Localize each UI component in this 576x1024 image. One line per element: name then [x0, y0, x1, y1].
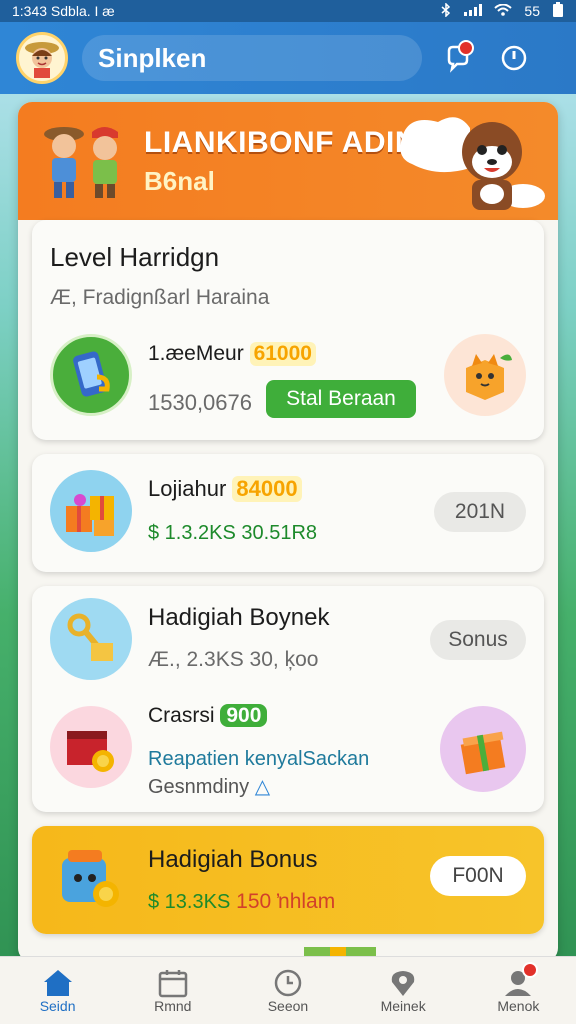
gift-title: Lojiahur: [148, 476, 227, 501]
info-icon: △: [254, 776, 271, 798]
bonus-value-red: 150 ŉhlam: [236, 890, 336, 913]
gift-badge: 84000: [232, 476, 302, 502]
hadiah-row2-link[interactable]: Reapatien kenyalSackan: [148, 748, 369, 771]
battery-level-text: 55: [524, 3, 540, 19]
raccoon-mascot-illustration: [398, 108, 548, 221]
child-avatar-icon: [25, 42, 59, 78]
bonus-pill[interactable]: Sonus: [430, 620, 526, 660]
level-title: Level Harridgn: [50, 242, 220, 272]
app-header: Sinplken: [0, 22, 576, 94]
level-item-value: 1530,0676: [148, 390, 252, 415]
gift-title-row: Lojiahur 84000: [148, 476, 302, 502]
hadiah-row2-sub: Gesnmdiny: [148, 776, 250, 798]
nav-profile-label: Menok: [497, 997, 540, 1014]
avatar[interactable]: [16, 32, 68, 84]
level-item-name: 1.æeMeur: [148, 342, 244, 365]
nav-clock-label: Seeon: [267, 997, 309, 1014]
hadiah-row2-badge: 900: [220, 704, 268, 727]
gift-claim-pill[interactable]: 201N: [434, 492, 526, 532]
app-title: Sinplken: [82, 35, 422, 81]
clock-icon: [274, 969, 302, 996]
machine-coin-icon: [50, 838, 132, 920]
bonus-claim-pill[interactable]: F00N: [430, 856, 526, 896]
nav-profile[interactable]: Menok: [468, 961, 568, 1014]
bonus-value-green: $ 13.3KS: [148, 891, 231, 913]
hadiah-card: Hadigiah Boynek Æ., 2.3KS 30, ķoo Sonus …: [32, 586, 544, 812]
level-item-badge: 61000: [249, 342, 316, 366]
gift-value: $ 1.3.2KS 30.51R8: [148, 522, 318, 544]
nav-location-label: Meinek: [380, 997, 426, 1014]
nav-clock[interactable]: Seeon: [238, 968, 338, 1014]
notification-badge: [458, 40, 474, 56]
location-icon: [391, 970, 415, 996]
wifi-icon: [494, 3, 513, 19]
hadiah-row2-title-row: Crasrsi 900: [148, 704, 268, 728]
notification-button[interactable]: [438, 38, 478, 78]
hadiah-row2-title: Crasrsi: [148, 704, 215, 727]
nav-home-label: Seidn: [39, 997, 76, 1014]
key-gold-icon: [50, 598, 132, 680]
hadiah-subtitle: Æ., 2.3KS 30, ķoo: [148, 648, 319, 671]
bonus-card[interactable]: Hadigiah Bonus $ 13.3KS 150 ŉhlam F00N: [32, 826, 544, 934]
hadiah-title: Hadigiah Boynek: [148, 604, 330, 631]
status-left-text: 1:343 Sdbla. I æ: [12, 3, 115, 19]
treasure-chest-icon: [50, 706, 132, 788]
gift-box-icon[interactable]: [440, 706, 526, 792]
bluetooth-icon: [440, 1, 452, 20]
nav-home[interactable]: Seidn: [8, 968, 108, 1014]
power-icon: [501, 45, 527, 71]
gift-boxes-icon: [50, 470, 132, 552]
bonus-title: Hadigiah Bonus: [148, 846, 318, 873]
nav-calendar-label: Rmnd: [154, 997, 192, 1014]
profile-notification-badge: [522, 961, 539, 978]
bottom-nav: Seidn Rmnd Seeon Meinek Menok: [0, 956, 576, 1024]
promo-banner: LIANKIBONF ADINS B6nal: [18, 102, 558, 220]
battery-icon: [552, 1, 564, 21]
rewards-panel: LIANKIBONF ADINS B6nal Level Harridgn Æ,…: [18, 102, 558, 962]
status-icons: 55: [440, 1, 564, 21]
status-bar: 1:343 Sdbla. I æ 55: [0, 0, 576, 22]
bonus-value-row: $ 13.3KS 150 ŉhlam: [148, 890, 335, 914]
phone-reward-icon: [50, 334, 132, 416]
nav-calendar[interactable]: Rmnd: [123, 968, 223, 1014]
nav-location[interactable]: Meinek: [353, 968, 453, 1014]
level-item-row: 1.æeMeur 61000: [148, 342, 316, 366]
signal-icon: [464, 3, 483, 19]
level-card: Level Harridgn Æ, Fradignßarl Haraina 1.…: [32, 220, 544, 440]
level-subtitle: Æ, Fradignßarl Haraina: [50, 286, 270, 309]
hadiah-row2-sub-row: Gesnmdiny △: [148, 774, 270, 799]
kids-illustration: [38, 120, 130, 207]
calendar-icon: [158, 969, 188, 997]
fox-box-icon[interactable]: [444, 334, 526, 416]
gift-card[interactable]: Lojiahur 84000 $ 1.3.2KS 30.51R8 201N: [32, 454, 544, 572]
power-button[interactable]: [494, 38, 534, 78]
start-button[interactable]: Stal Beraan: [266, 380, 416, 418]
home-icon: [43, 969, 72, 996]
